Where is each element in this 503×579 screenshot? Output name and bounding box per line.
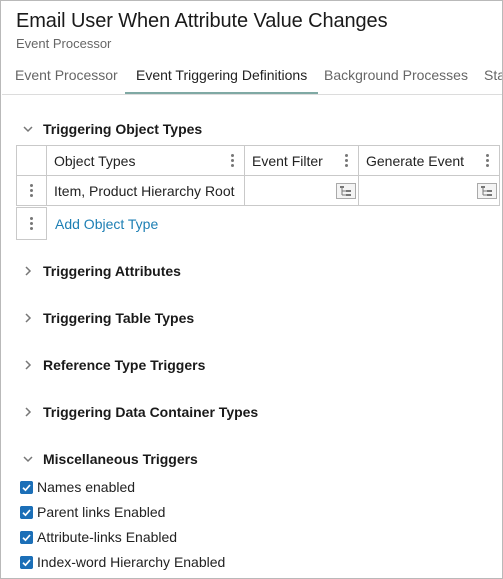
column-header-object-types[interactable]: Object Types <box>46 145 245 176</box>
option-label: Names enabled <box>37 479 136 495</box>
option-label: Attribute-links Enabled <box>37 529 178 545</box>
object-types-table: Object Types Event Filter Generate Event… <box>16 145 500 208</box>
add-object-type-link[interactable]: Add Object Type <box>55 216 158 232</box>
tab-event-processor[interactable]: Event Processor <box>15 57 118 94</box>
chevron-right-icon <box>25 313 32 323</box>
column-menu-icon[interactable] <box>231 154 234 167</box>
table-cell-generate-event[interactable] <box>358 175 500 206</box>
section-triggering-attributes[interactable]: Triggering Attributes <box>2 260 502 284</box>
checkbox-checked[interactable] <box>20 481 33 494</box>
definitions-panel: Triggering Object Types Object Types Eve… <box>2 97 502 579</box>
column-header-label: Object Types <box>54 153 136 169</box>
drag-handle-icon[interactable] <box>30 184 33 197</box>
tree-browse-icon[interactable] <box>336 183 356 199</box>
column-header-generate-event[interactable]: Generate Event <box>358 145 500 176</box>
tab-background-processes[interactable]: Background Processes <box>324 57 468 94</box>
option-index-word-hierarchy-enabled: Index-word Hierarchy Enabled <box>20 553 420 573</box>
tab-bar: Event Processor Event Triggering Definit… <box>2 57 502 95</box>
page-subtitle: Event Processor <box>16 36 112 51</box>
add-row-handle[interactable] <box>16 207 47 240</box>
option-attribute-links-enabled: Attribute-links Enabled <box>20 528 420 548</box>
checkbox-checked[interactable] <box>20 531 33 544</box>
chevron-down-icon <box>23 126 33 133</box>
section-triggering-object-types[interactable]: Triggering Object Types <box>2 118 502 142</box>
option-label: Index-word Hierarchy Enabled <box>37 554 226 570</box>
section-title: Miscellaneous Triggers <box>43 451 198 467</box>
tab-sta[interactable]: Sta <box>484 57 502 94</box>
section-title: Triggering Data Container Types <box>43 404 259 420</box>
row-drag-handle[interactable] <box>16 175 47 206</box>
object-types-value: Item, Product Hierarchy Root <box>54 183 235 199</box>
chevron-right-icon <box>25 360 32 370</box>
tab-event-triggering-definitions[interactable]: Event Triggering Definitions <box>125 57 319 94</box>
column-menu-icon[interactable] <box>486 154 489 167</box>
option-names-enabled: Names enabled <box>20 478 420 498</box>
section-title: Triggering Attributes <box>43 263 181 279</box>
header: Email User When Attribute Value Changes … <box>16 10 388 51</box>
option-label: Parent links Enabled <box>37 504 166 520</box>
chevron-down-icon <box>23 456 33 463</box>
table-cell-event-filter[interactable] <box>244 175 359 206</box>
section-reference-type-triggers[interactable]: Reference Type Triggers <box>2 354 502 378</box>
section-triggering-table-types[interactable]: Triggering Table Types <box>2 307 502 331</box>
section-title: Triggering Object Types <box>43 121 203 137</box>
section-title: Reference Type Triggers <box>43 357 206 373</box>
checkbox-checked[interactable] <box>20 506 33 519</box>
section-miscellaneous-triggers[interactable]: Miscellaneous Triggers <box>2 448 502 472</box>
row-handle-header <box>16 145 47 176</box>
drag-handle-icon[interactable] <box>30 217 33 230</box>
column-menu-icon[interactable] <box>345 154 348 167</box>
section-title: Triggering Table Types <box>43 310 195 326</box>
section-triggering-data-container-types[interactable]: Triggering Data Container Types <box>2 401 502 425</box>
option-parent-links-enabled: Parent links Enabled <box>20 503 420 523</box>
editor-window: Email User When Attribute Value Changes … <box>0 0 503 579</box>
column-header-label: Event Filter <box>252 153 323 169</box>
table-cell-object-types[interactable]: Item, Product Hierarchy Root <box>46 175 245 206</box>
chevron-right-icon <box>25 407 32 417</box>
checkbox-checked[interactable] <box>20 556 33 569</box>
tree-browse-icon[interactable] <box>477 183 497 199</box>
column-header-label: Generate Event <box>366 153 465 169</box>
page-title: Email User When Attribute Value Changes <box>16 10 388 32</box>
column-header-event-filter[interactable]: Event Filter <box>244 145 359 176</box>
chevron-right-icon <box>25 266 32 276</box>
